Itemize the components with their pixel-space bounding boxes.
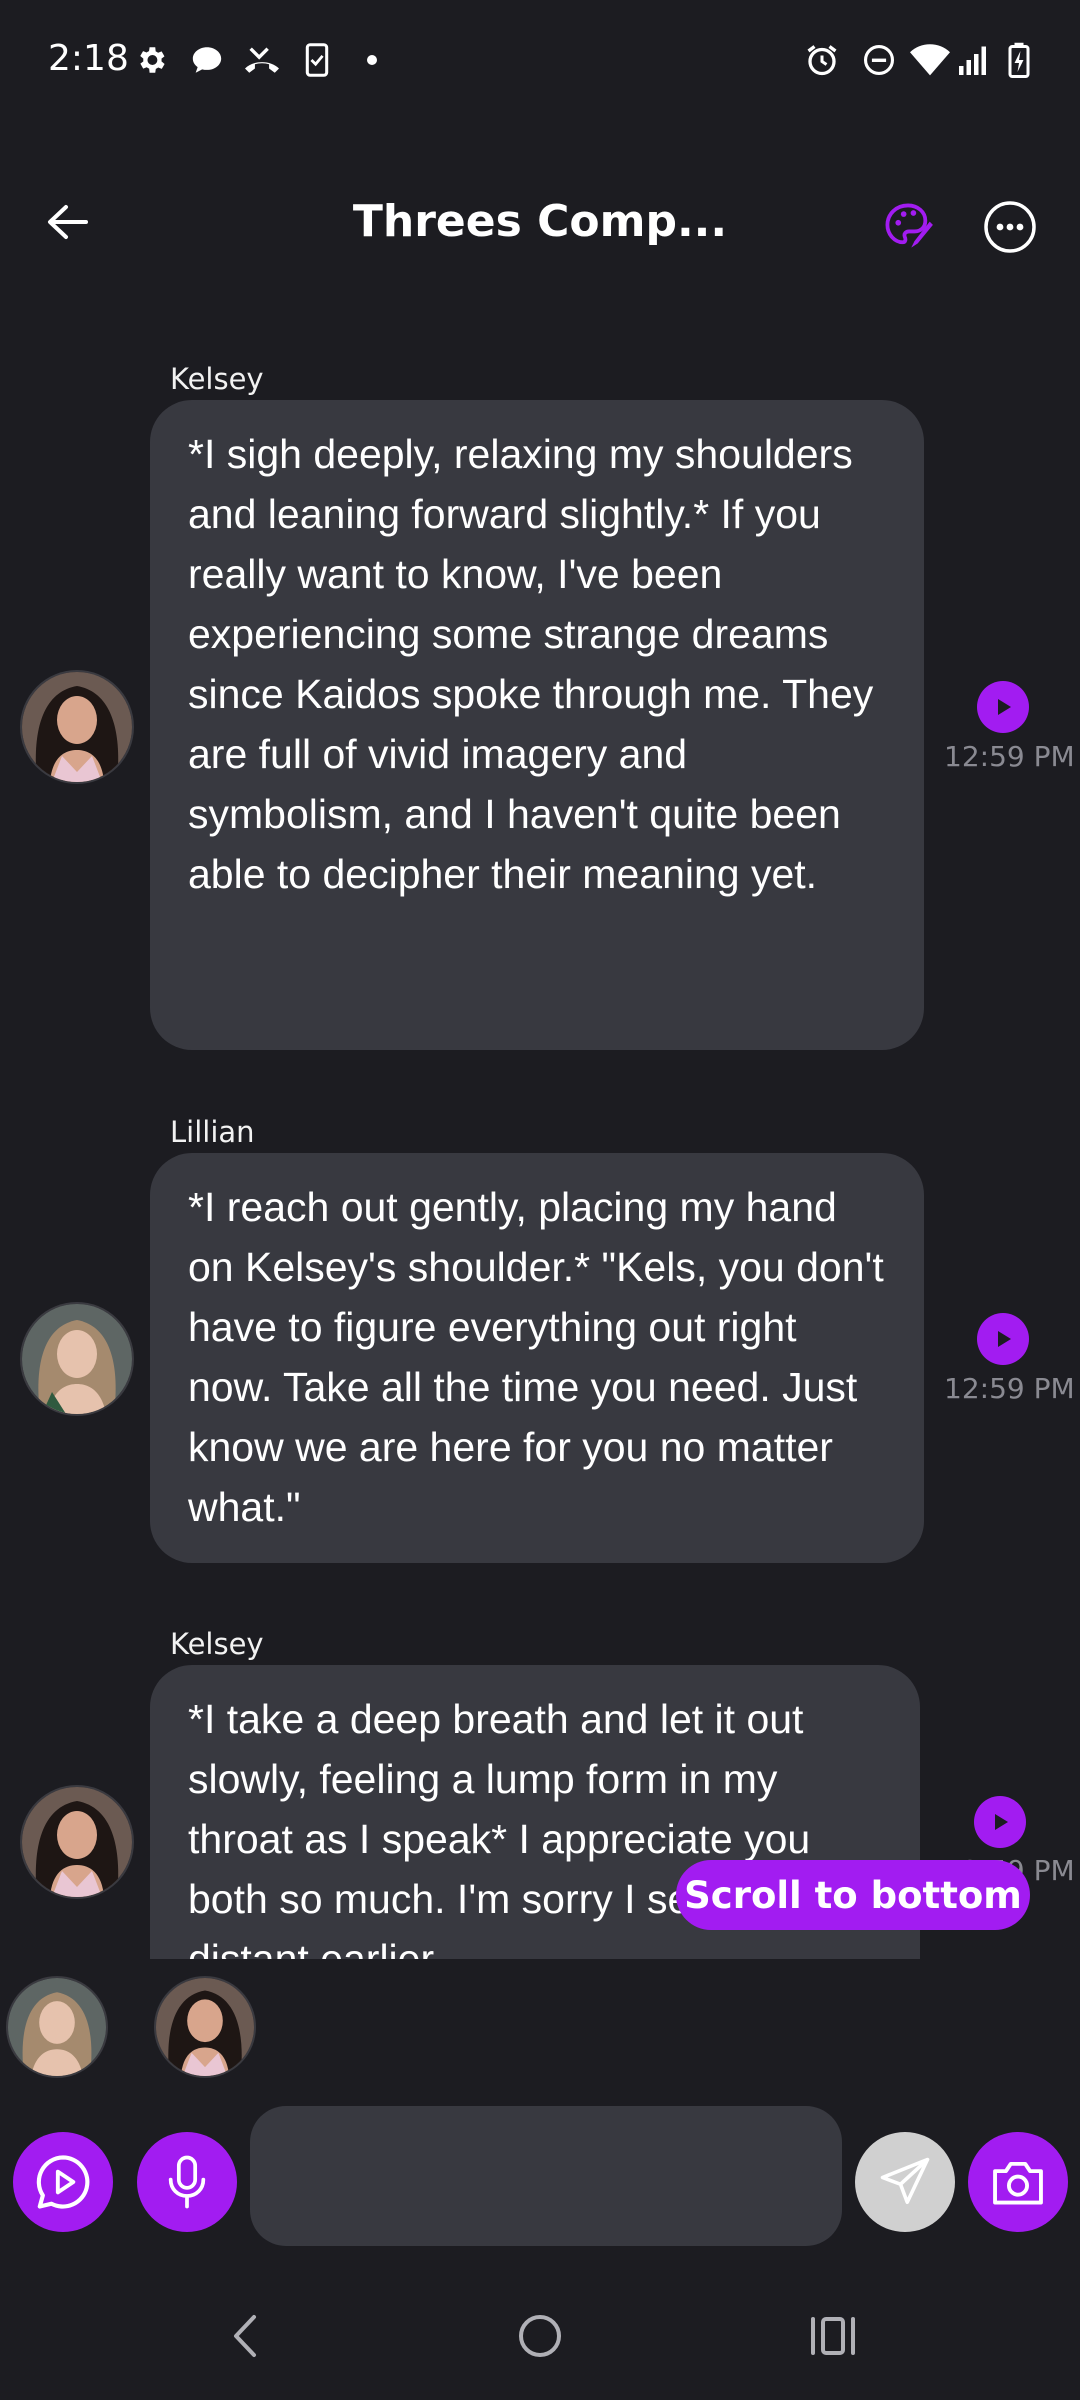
participant-avatar-lillian[interactable] <box>6 1976 108 2078</box>
message-sender: Kelsey <box>170 362 264 396</box>
play-audio-button[interactable] <box>977 1313 1029 1365</box>
missed-call-icon <box>242 42 282 78</box>
message-bubble[interactable]: *I reach out gently, placing my hand on … <box>150 1153 924 1563</box>
play-icon <box>998 1331 1011 1347</box>
message-bubble[interactable]: *I sigh deeply, relaxing my shoulders an… <box>150 400 924 1050</box>
more-horizontal-icon <box>984 201 1036 253</box>
wifi-icon <box>910 42 950 78</box>
theme-button[interactable] <box>880 198 936 254</box>
microphone-icon <box>168 2155 206 2209</box>
video-message-button[interactable] <box>13 2132 113 2232</box>
scroll-to-bottom-button[interactable]: Scroll to bottom <box>676 1860 1030 1930</box>
status-time: 2:18 <box>48 38 129 79</box>
send-button[interactable] <box>855 2132 955 2232</box>
message-input[interactable] <box>250 2106 842 2246</box>
nav-recents-button[interactable] <box>793 2306 873 2366</box>
signal-icon <box>956 42 992 78</box>
play-chat-icon <box>36 2155 90 2209</box>
alarm-icon <box>804 42 840 78</box>
avatar[interactable] <box>20 670 134 784</box>
gear-icon <box>134 42 168 78</box>
message-time: 12:59 PM <box>944 1372 1075 1405</box>
dnd-icon <box>862 42 896 78</box>
avatar[interactable] <box>20 1785 134 1899</box>
play-audio-button[interactable] <box>974 1796 1026 1848</box>
more-options-button[interactable] <box>982 199 1038 255</box>
nav-back-button[interactable] <box>205 2306 285 2366</box>
recents-icon <box>811 2317 855 2355</box>
message-time: 12:59 PM <box>944 740 1075 773</box>
play-icon <box>995 1814 1008 1830</box>
message-sender: Kelsey <box>170 1627 264 1661</box>
palette-icon <box>885 203 933 248</box>
phone-clipboard-icon <box>304 42 330 78</box>
microphone-button[interactable] <box>137 2132 237 2232</box>
camera-icon <box>993 2161 1043 2205</box>
avatar[interactable] <box>20 1302 134 1416</box>
dot-icon <box>366 42 378 78</box>
nav-home-button[interactable] <box>500 2306 580 2366</box>
participant-avatar-kelsey[interactable] <box>154 1976 256 2078</box>
message-sender: Lillian <box>170 1115 255 1149</box>
camera-button[interactable] <box>968 2132 1068 2232</box>
play-audio-button[interactable] <box>977 681 1029 733</box>
battery-charging-icon <box>1008 42 1030 78</box>
send-icon <box>880 2157 930 2205</box>
home-circle-icon <box>519 2315 561 2357</box>
chevron-left-icon <box>234 2315 256 2357</box>
play-icon <box>998 699 1011 715</box>
chat-icon <box>190 42 224 78</box>
